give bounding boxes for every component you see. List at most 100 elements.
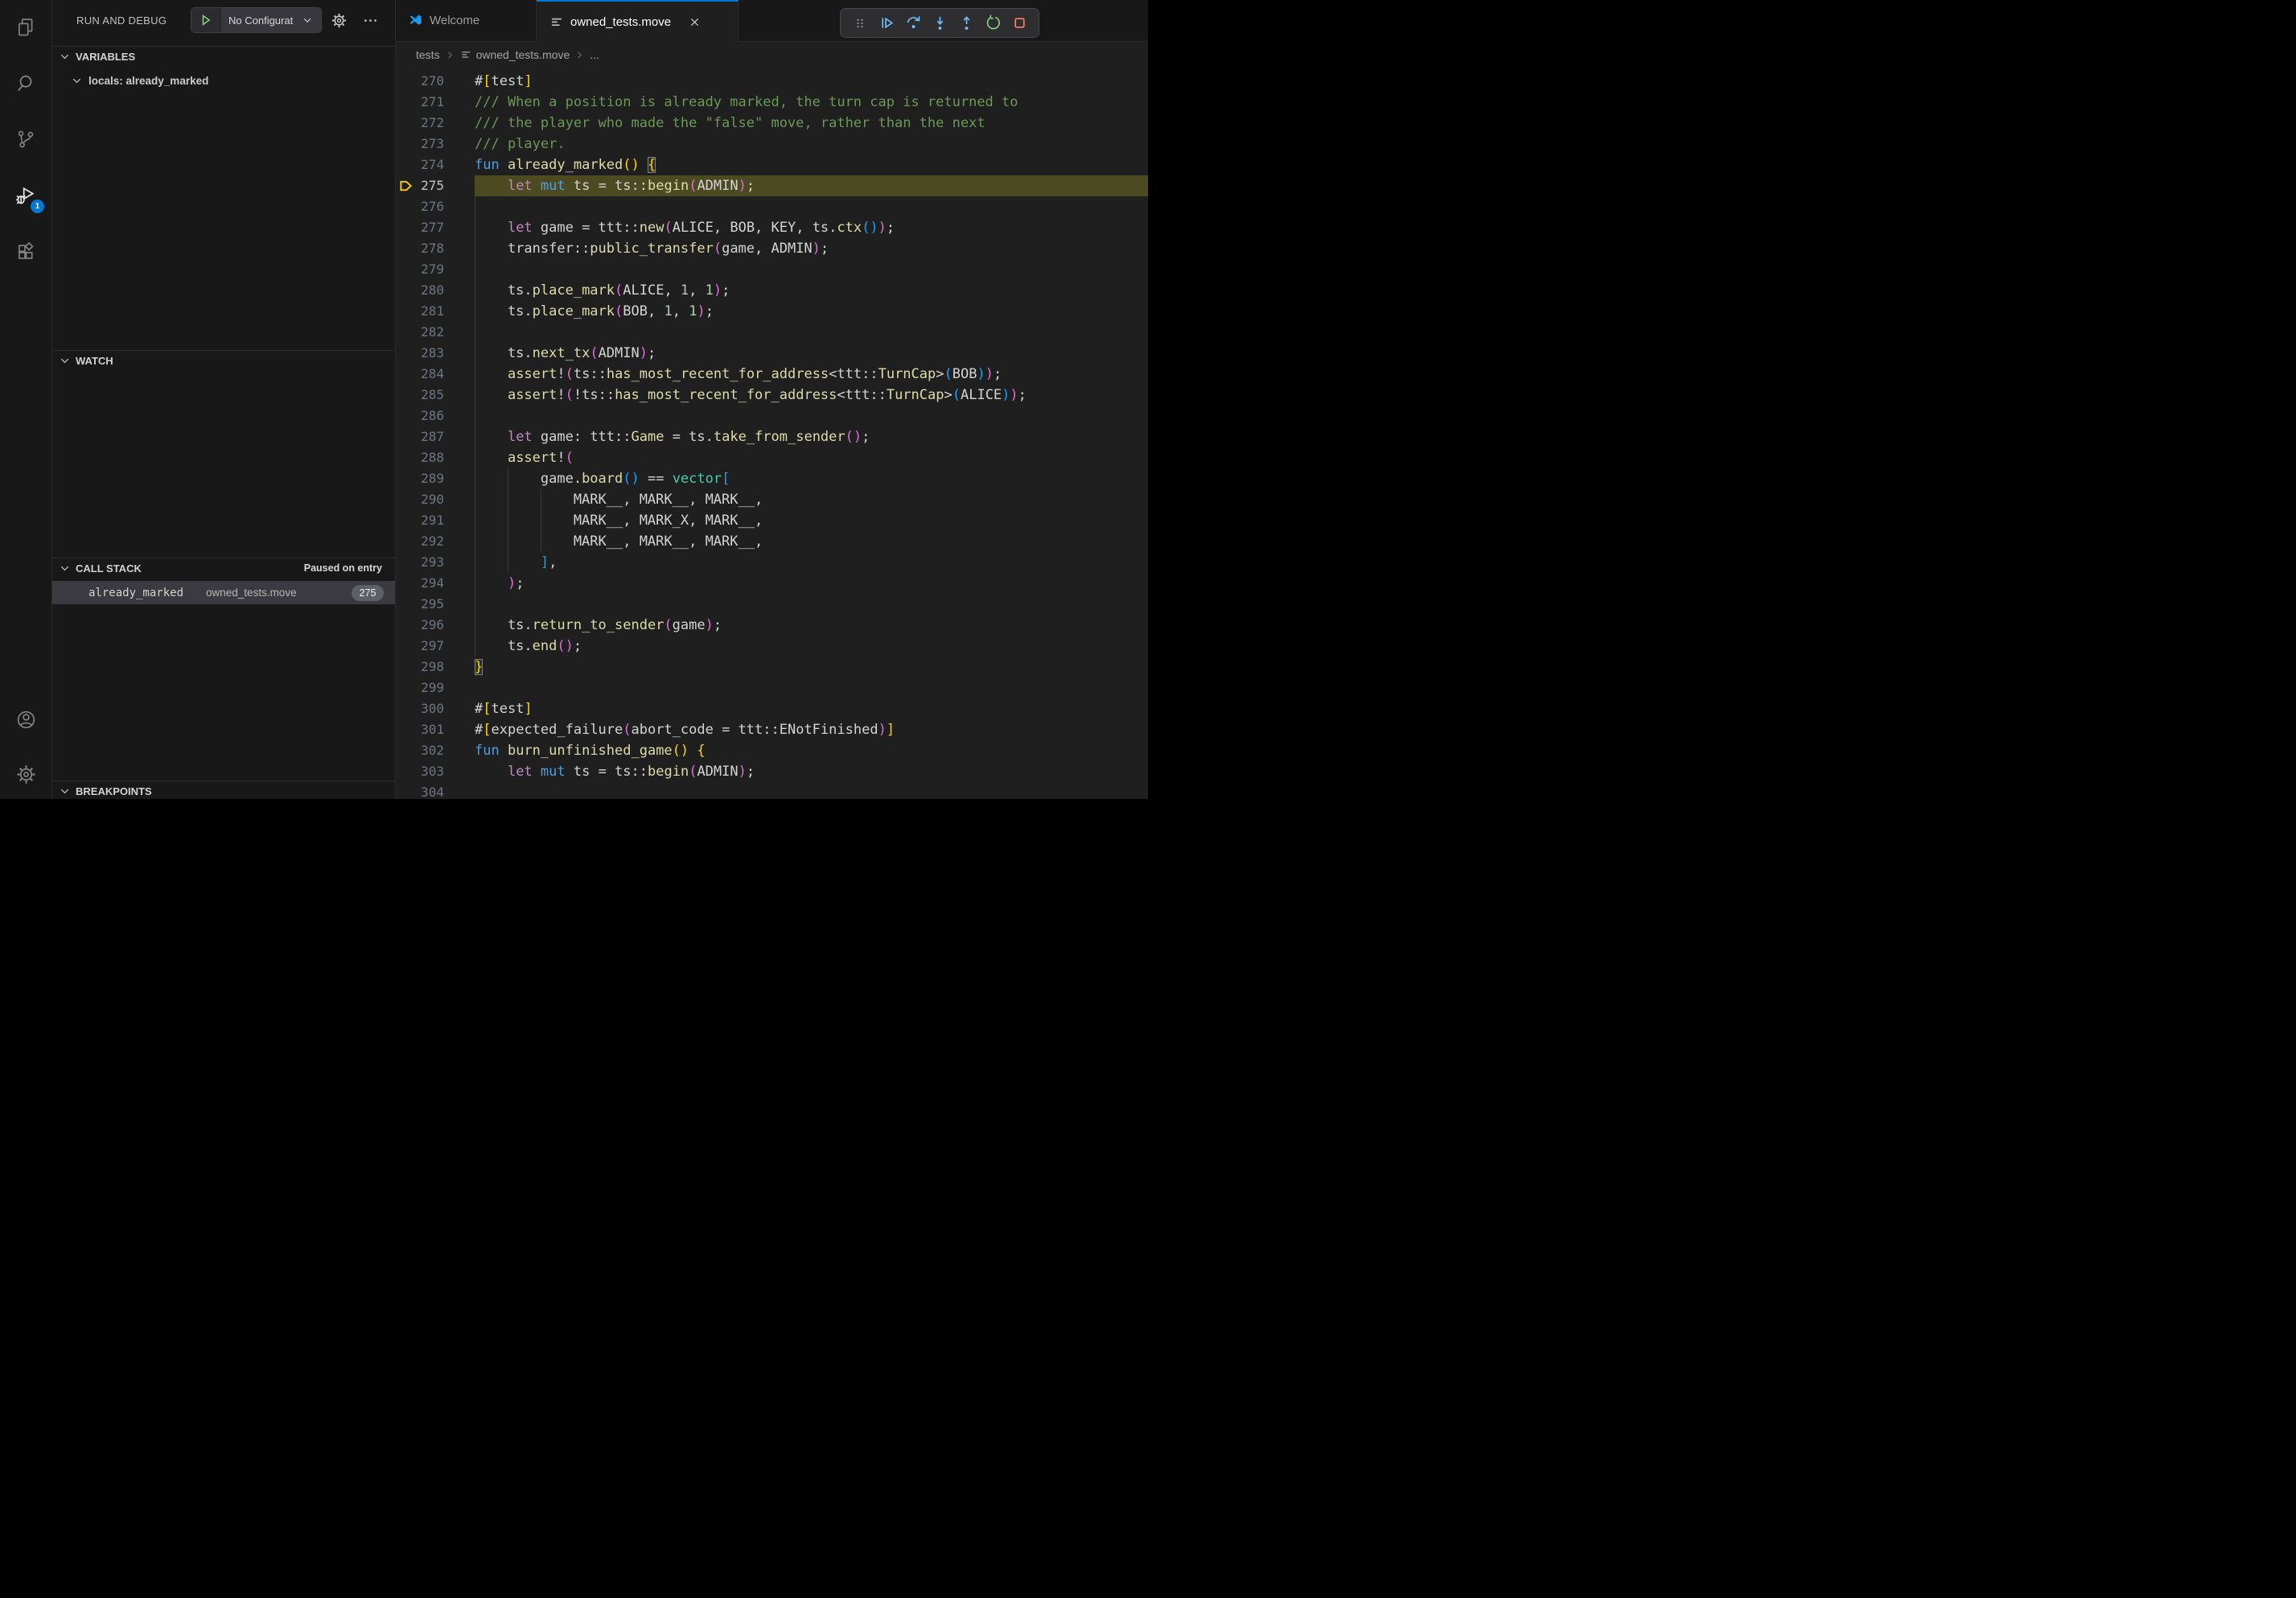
toolbar-drag-grip[interactable] [850, 14, 870, 33]
code-line[interactable]: 281 ts.place_mark(BOB, 1, 1); [396, 301, 1148, 322]
line-number[interactable]: 281 [396, 301, 444, 322]
code-line[interactable]: 273/// player. [396, 134, 1148, 154]
code-line[interactable]: 304 [396, 782, 1148, 799]
variables-locals-row[interactable]: locals: already_marked [52, 71, 395, 90]
line-number[interactable]: 298 [396, 657, 444, 678]
code-line[interactable]: 283 ts.next_tx(ADMIN); [396, 343, 1148, 364]
line-number[interactable]: 286 [396, 406, 444, 426]
line-number[interactable]: 283 [396, 343, 444, 364]
line-number[interactable]: 287 [396, 426, 444, 447]
code-line[interactable]: 271/// When a position is already marked… [396, 92, 1148, 113]
code-line[interactable]: 298} [396, 657, 1148, 678]
line-number[interactable]: 280 [396, 280, 444, 301]
explorer-icon[interactable] [0, 8, 51, 47]
debug-restart-icon[interactable] [983, 14, 1002, 33]
line-number[interactable]: 272 [396, 113, 444, 134]
line-number[interactable]: 270 [396, 71, 444, 92]
line-number[interactable]: 279 [396, 259, 444, 280]
line-number[interactable]: 284 [396, 364, 444, 385]
code-line[interactable]: 286 [396, 406, 1148, 426]
code-line[interactable]: 300#[test] [396, 698, 1148, 719]
debug-stop-icon[interactable] [1010, 14, 1029, 33]
code-line[interactable]: 270#[test] [396, 71, 1148, 92]
code-line[interactable]: 290 MARK__, MARK__, MARK__, [396, 489, 1148, 510]
debug-settings-gear-icon[interactable] [331, 12, 348, 29]
line-number[interactable]: 303 [396, 761, 444, 782]
breadcrumb-file[interactable]: owned_tests.move [476, 48, 570, 61]
code-line[interactable]: 299 [396, 678, 1148, 698]
code-line[interactable]: 301#[expected_failure(abort_code = ttt::… [396, 719, 1148, 740]
section-breakpoints[interactable]: BREAKPOINTS [52, 780, 395, 799]
code-line[interactable]: 276 [396, 196, 1148, 217]
code-line[interactable]: 275 let mut ts = ts::begin(ADMIN); [396, 175, 1148, 196]
line-number[interactable]: 288 [396, 447, 444, 468]
stack-frame-row[interactable]: already_marked owned_tests.move 275 [52, 581, 395, 604]
code-line[interactable]: 302fun burn_unfinished_game() { [396, 740, 1148, 761]
line-number[interactable]: 291 [396, 510, 444, 531]
debug-continue-icon[interactable] [877, 14, 896, 33]
code-line[interactable]: 288 assert!( [396, 447, 1148, 468]
breadcrumb-folder[interactable]: tests [416, 48, 440, 61]
settings-gear-icon[interactable] [0, 755, 51, 793]
line-number[interactable]: 300 [396, 698, 444, 719]
code-line[interactable]: 285 assert!(!ts::has_most_recent_for_add… [396, 385, 1148, 406]
launch-config-dropdown[interactable]: No Configurat [191, 7, 322, 33]
line-number[interactable]: 271 [396, 92, 444, 113]
line-number[interactable]: 301 [396, 719, 444, 740]
code-line[interactable]: 291 MARK__, MARK_X, MARK__, [396, 510, 1148, 531]
code-editor[interactable]: 270#[test]271/// When a position is alre… [396, 68, 1148, 799]
tab-owned-tests-move[interactable]: owned_tests.move [537, 0, 739, 42]
line-number[interactable]: 282 [396, 322, 444, 343]
start-debug-button[interactable] [191, 8, 221, 32]
code-line[interactable]: 295 [396, 594, 1148, 615]
section-watch[interactable]: WATCH [52, 350, 395, 370]
section-call-stack[interactable]: CALL STACK Paused on entry [52, 558, 395, 578]
line-number[interactable]: 290 [396, 489, 444, 510]
code-line[interactable]: 294 ); [396, 573, 1148, 594]
code-line[interactable]: 280 ts.place_mark(ALICE, 1, 1); [396, 280, 1148, 301]
more-actions-icon[interactable] [362, 12, 379, 29]
code-line[interactable]: 272/// the player who made the "false" m… [396, 113, 1148, 134]
line-number[interactable]: 295 [396, 594, 444, 615]
close-tab-icon[interactable] [689, 17, 700, 27]
code-line[interactable]: 296 ts.return_to_sender(game); [396, 615, 1148, 636]
accounts-icon[interactable] [0, 700, 51, 739]
run-and-debug-icon[interactable]: 1 [0, 176, 51, 215]
code-line[interactable]: 287 let game: ttt::Game = ts.take_from_s… [396, 426, 1148, 447]
code-line[interactable]: 297 ts.end(); [396, 636, 1148, 657]
debug-step-out-icon[interactable] [957, 14, 976, 33]
code-line[interactable]: 278 transfer::public_transfer(game, ADMI… [396, 238, 1148, 259]
line-number[interactable]: 278 [396, 238, 444, 259]
breadcrumb-symbol[interactable]: ... [590, 48, 599, 61]
code-line[interactable]: 284 assert!(ts::has_most_recent_for_addr… [396, 364, 1148, 385]
line-number[interactable]: 274 [396, 154, 444, 175]
line-number[interactable]: 304 [396, 782, 444, 799]
code-line[interactable]: 292 MARK__, MARK__, MARK__, [396, 531, 1148, 552]
line-number[interactable]: 285 [396, 385, 444, 406]
line-number[interactable]: 294 [396, 573, 444, 594]
line-number[interactable]: 276 [396, 196, 444, 217]
debug-step-over-icon[interactable] [903, 14, 923, 33]
line-number[interactable]: 293 [396, 552, 444, 573]
code-line[interactable]: 303 let mut ts = ts::begin(ADMIN); [396, 761, 1148, 782]
code-line[interactable]: 274fun already_marked() { [396, 154, 1148, 175]
line-number[interactable]: 297 [396, 636, 444, 657]
line-number[interactable]: 273 [396, 134, 444, 154]
search-icon[interactable] [0, 64, 51, 103]
code-line[interactable]: 289 game.board() == vector[ [396, 468, 1148, 489]
code-line[interactable]: 277 let game = ttt::new(ALICE, BOB, KEY,… [396, 217, 1148, 238]
code-line[interactable]: 293 ], [396, 552, 1148, 573]
source-control-icon[interactable] [0, 120, 51, 159]
line-number[interactable]: 277 [396, 217, 444, 238]
section-variables[interactable]: VARIABLES [52, 46, 395, 66]
extensions-icon[interactable] [0, 233, 51, 271]
debug-step-into-icon[interactable] [930, 14, 949, 33]
line-number[interactable]: 275 [396, 175, 444, 196]
code-line[interactable]: 279 [396, 259, 1148, 280]
line-number[interactable]: 289 [396, 468, 444, 489]
line-number[interactable]: 302 [396, 740, 444, 761]
tab-welcome[interactable]: Welcome [396, 0, 537, 41]
line-number[interactable]: 296 [396, 615, 444, 636]
line-number[interactable]: 292 [396, 531, 444, 552]
line-number[interactable]: 299 [396, 678, 444, 698]
